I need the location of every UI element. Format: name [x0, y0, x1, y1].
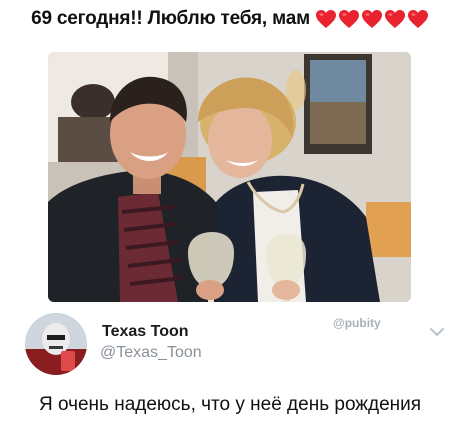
heart-icon: [361, 10, 382, 28]
heart-icon: [338, 10, 359, 28]
avatar-image: [25, 313, 87, 375]
selfie-photo[interactable]: [48, 52, 411, 302]
tweet-text: Я очень надеюсь, что у неё день рождения: [38, 394, 422, 415]
chevron-down-icon[interactable]: [429, 326, 445, 338]
caption-text: 69 сегодня!! Люблю тебя, мам: [31, 8, 310, 29]
caption: 69 сегодня!! Люблю тебя, мам: [0, 8, 460, 30]
heart-icon: [384, 10, 405, 28]
heart-icon: [407, 10, 428, 28]
watermark: @pubity: [333, 316, 381, 330]
user-handle[interactable]: @Texas_Toon: [100, 344, 202, 362]
hearts-row: [314, 9, 429, 29]
photo-illustration: [48, 52, 411, 302]
user-name[interactable]: Texas Toon: [102, 323, 189, 341]
heart-icon: [315, 10, 336, 28]
avatar[interactable]: [25, 313, 87, 375]
